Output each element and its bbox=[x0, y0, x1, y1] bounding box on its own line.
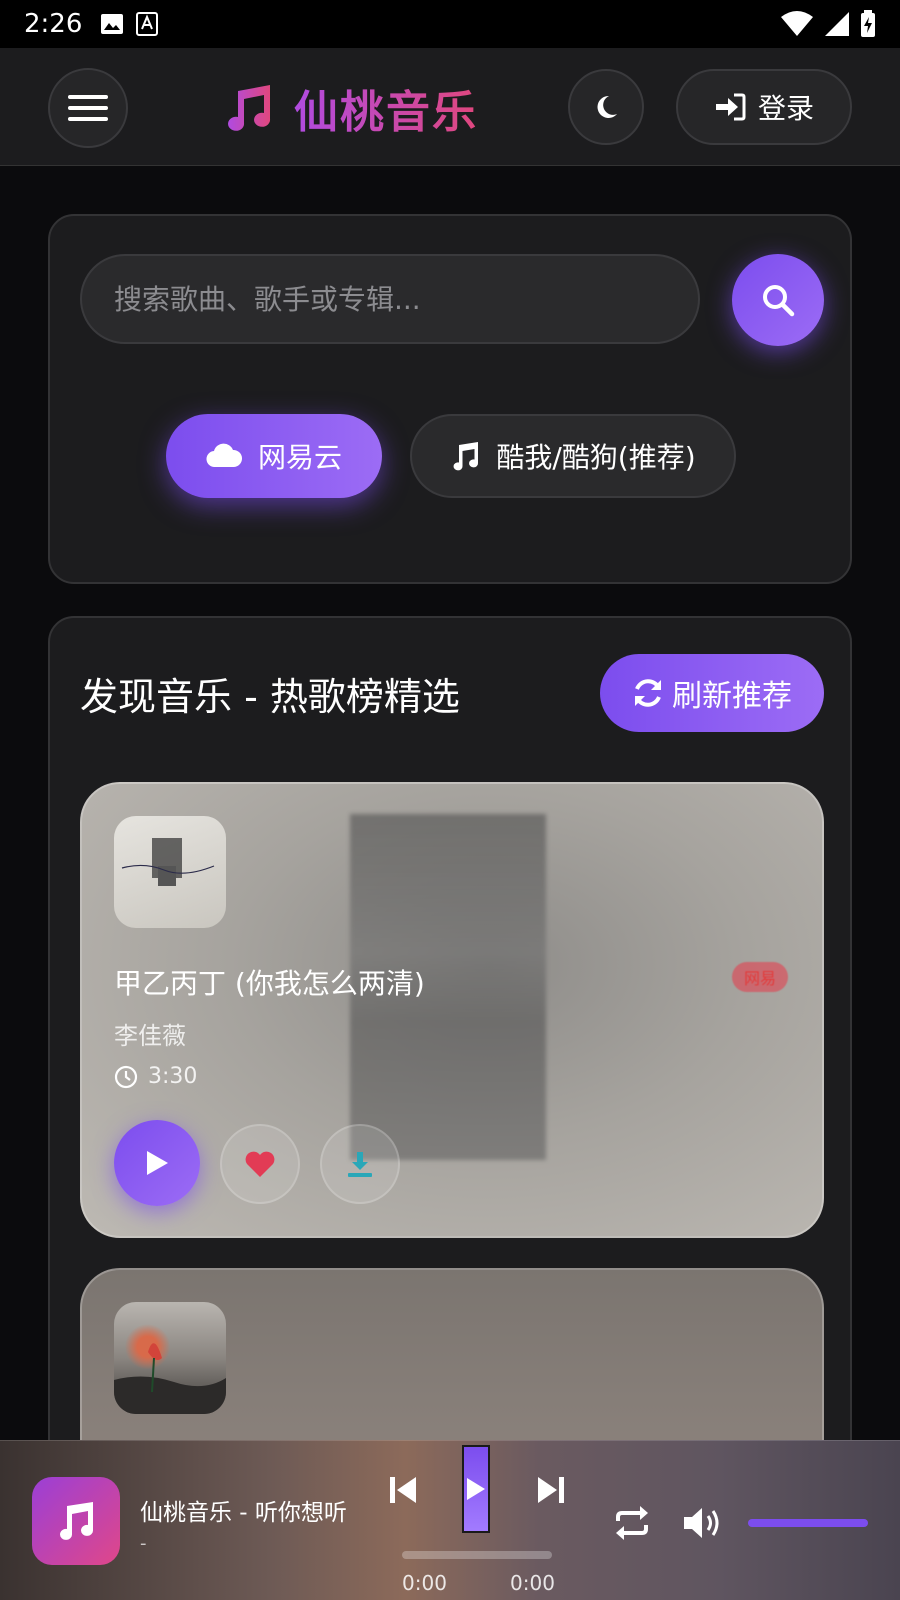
progress-bar[interactable] bbox=[402, 1551, 552, 1559]
login-button[interactable]: 登录 bbox=[676, 69, 852, 145]
theme-toggle-button[interactable] bbox=[568, 69, 644, 145]
volume-button[interactable] bbox=[682, 1503, 726, 1543]
music-note-icon bbox=[453, 442, 479, 471]
like-button[interactable] bbox=[220, 1124, 300, 1204]
current-time: 0:00 bbox=[402, 1571, 447, 1595]
source-tab-kuwo-kugou[interactable]: 酷我/酷狗(推荐) bbox=[410, 414, 736, 498]
album-art-image bbox=[114, 1343, 226, 1414]
refresh-button[interactable]: 刷新推荐 bbox=[600, 654, 824, 732]
brand-logo[interactable]: 仙桃音乐 bbox=[222, 78, 478, 138]
hamburger-icon bbox=[68, 95, 108, 121]
album-art bbox=[114, 1302, 226, 1414]
song-duration: 3:30 bbox=[114, 1064, 197, 1089]
status-time: 2:26 bbox=[24, 9, 83, 39]
repeat-button[interactable] bbox=[612, 1503, 652, 1543]
volume-icon bbox=[684, 1508, 719, 1538]
skip-next-icon bbox=[538, 1477, 564, 1503]
app-screen: 2:26 仙桃音乐 登录 搜索歌曲、歌手或专辑... 网易云 酷我/酷狗(推荐)… bbox=[0, 0, 900, 1600]
play-button[interactable] bbox=[114, 1120, 200, 1206]
song-title: 甲乙丙丁 (你我怎么两清) bbox=[114, 967, 425, 1000]
album-art-image bbox=[121, 838, 215, 886]
album-art bbox=[114, 816, 226, 928]
source-tab-label: 网易云 bbox=[257, 441, 342, 474]
sign-in-icon bbox=[715, 93, 746, 121]
heart-icon bbox=[245, 1151, 275, 1177]
refresh-label: 刷新推荐 bbox=[672, 679, 792, 714]
song-artist: 李佳薇 bbox=[114, 1022, 186, 1050]
cloud-icon bbox=[206, 443, 242, 468]
volume-slider[interactable] bbox=[748, 1519, 868, 1527]
repeat-icon bbox=[616, 1506, 648, 1540]
battery-charging-icon bbox=[861, 10, 875, 37]
skip-previous-icon bbox=[390, 1477, 416, 1503]
play-icon bbox=[467, 1478, 485, 1500]
clock-icon bbox=[114, 1065, 138, 1088]
player-artist: - bbox=[140, 1533, 147, 1554]
player-play-button[interactable] bbox=[462, 1445, 490, 1533]
play-icon bbox=[147, 1151, 168, 1175]
source-badge: 网易 bbox=[732, 962, 788, 992]
player-cover[interactable] bbox=[32, 1477, 120, 1565]
search-icon bbox=[763, 285, 795, 317]
music-note-icon bbox=[60, 1502, 94, 1540]
next-button[interactable] bbox=[534, 1473, 566, 1507]
login-label: 登录 bbox=[757, 92, 814, 125]
app-header: 仙桃音乐 登录 bbox=[0, 48, 900, 166]
image-icon bbox=[101, 14, 124, 34]
refresh-icon bbox=[635, 679, 661, 707]
moon-icon bbox=[597, 95, 617, 118]
wifi-icon bbox=[781, 11, 813, 36]
signal-icon bbox=[825, 12, 849, 36]
previous-button[interactable] bbox=[388, 1473, 420, 1507]
section-title: 发现音乐 - 热歌榜精选 bbox=[80, 675, 460, 719]
download-icon bbox=[348, 1152, 372, 1177]
music-note-icon bbox=[228, 85, 271, 131]
search-input[interactable] bbox=[80, 254, 700, 344]
status-bar: 2:26 bbox=[0, 0, 900, 48]
player-title: 仙桃音乐 - 听你想听 bbox=[140, 1500, 347, 1526]
volume-fill bbox=[748, 1519, 868, 1527]
menu-button[interactable] bbox=[48, 68, 128, 148]
keyboard-a-icon bbox=[136, 12, 159, 36]
total-time: 0:00 bbox=[510, 1571, 555, 1595]
song-card[interactable]: 甲乙丙丁 (你我怎么两清) 网易 李佳薇 3:30 bbox=[80, 782, 824, 1238]
source-tab-label: 酷我/酷狗(推荐) bbox=[496, 441, 696, 474]
brand-name: 仙桃音乐 bbox=[294, 76, 478, 140]
duration-text: 3:30 bbox=[148, 1064, 198, 1089]
search-button[interactable] bbox=[732, 254, 824, 346]
download-button[interactable] bbox=[320, 1124, 400, 1204]
search-panel: 网易云 酷我/酷狗(推荐) bbox=[48, 214, 852, 584]
mini-player: 仙桃音乐 - 听你想听 - 0:00 0:00 bbox=[0, 1440, 900, 1600]
source-tab-netease[interactable]: 网易云 bbox=[166, 414, 382, 498]
